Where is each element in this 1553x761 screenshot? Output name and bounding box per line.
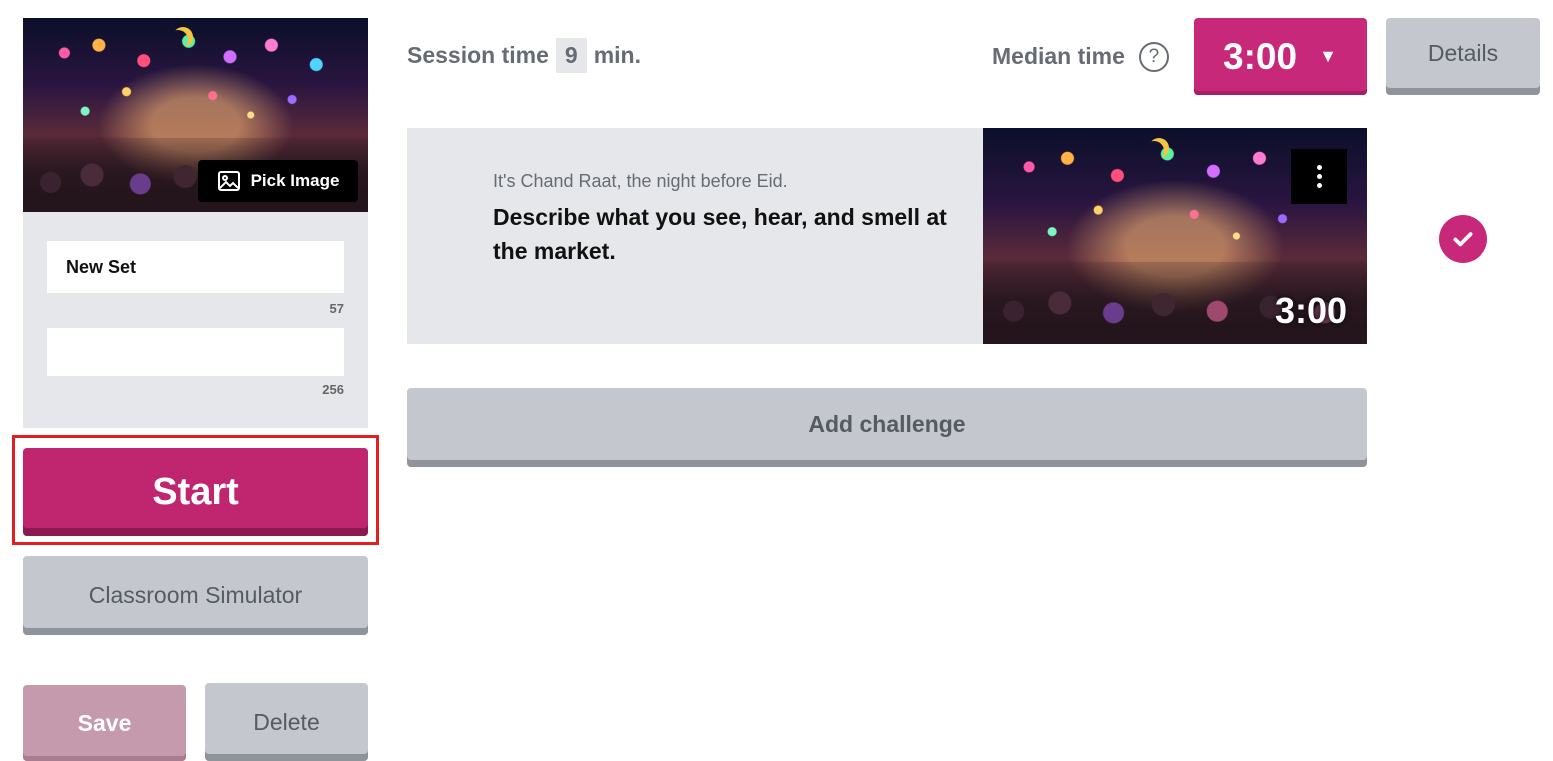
description-char-counter: 256 [322, 382, 344, 397]
session-time-value: 9 [555, 38, 587, 73]
challenge-time: 3:00 [1274, 290, 1347, 331]
median-time: Median time ? [992, 40, 1169, 73]
median-time-label: Median time [992, 43, 1125, 69]
title-char-counter: 57 [329, 301, 344, 316]
median-time-dropdown[interactable]: 3:00 ▼ [1194, 18, 1367, 95]
add-challenge-button[interactable]: Add challenge [407, 388, 1367, 467]
classroom-simulator-button[interactable]: Classroom Simulator [23, 556, 368, 635]
check-icon[interactable] [1439, 215, 1487, 263]
delete-button[interactable]: Delete [205, 683, 368, 761]
start-button[interactable]: Start [23, 448, 368, 536]
set-cover-image: Pick Image [23, 18, 368, 212]
session-time-unit: min. [593, 42, 641, 68]
challenge-prompt: Describe what you see, hear, and smell a… [493, 204, 947, 264]
image-icon [217, 171, 240, 191]
median-time-value: 3:00 [1223, 35, 1298, 77]
save-button[interactable]: Save [23, 685, 186, 761]
set-description-input[interactable] [47, 328, 344, 376]
challenge-intro: It's Chand Raat, the night before Eid. [493, 171, 788, 191]
session-time: Session time 9 min. [407, 38, 641, 73]
session-time-label: Session time [407, 42, 549, 68]
set-details-panel: New Set 57 256 [23, 212, 368, 428]
question-circle-icon[interactable]: ? [1138, 41, 1169, 72]
pick-image-button[interactable]: Pick Image [198, 160, 358, 202]
details-button[interactable]: Details [1386, 18, 1540, 95]
vertical-dots-icon[interactable] [1291, 149, 1347, 204]
set-title-value: New Set [66, 256, 137, 277]
caret-down-icon: ▼ [1319, 46, 1337, 66]
challenge-card[interactable]: It's Chand Raat, the night before Eid. D… [407, 128, 1367, 344]
set-title-input[interactable]: New Set [47, 241, 344, 293]
challenge-image: 3:00 [983, 128, 1367, 344]
pick-image-label: Pick Image [250, 171, 340, 190]
